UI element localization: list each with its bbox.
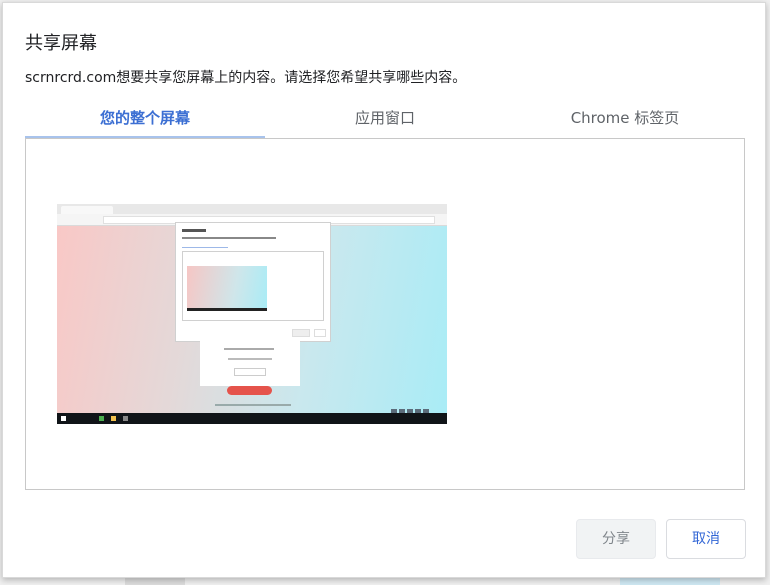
source-panel (25, 138, 745, 490)
thumbnail-footer-text (215, 404, 291, 406)
share-screen-dialog: 共享屏幕 scrnrcrd.com想要共享您屏幕上的内容。请选择您希望共享哪些内… (2, 2, 766, 578)
backdrop-page-right (620, 578, 720, 585)
cancel-button[interactable]: 取消 (666, 519, 746, 559)
share-button[interactable]: 分享 (576, 519, 656, 559)
screen-thumbnail[interactable] (57, 204, 447, 424)
thumbnail-taskbar (57, 413, 447, 424)
tab-entire-screen[interactable]: 您的整个屏幕 (25, 103, 265, 139)
dialog-description: scrnrcrd.com想要共享您屏幕上的内容。请选择您希望共享哪些内容。 (25, 70, 467, 86)
thumbnail-page-card (200, 340, 300, 386)
thumbnail-record-button (227, 386, 272, 395)
taskbar-app-icon (99, 416, 104, 421)
taskbar-app-icon (123, 416, 128, 421)
thumbnail-tray-icons (391, 400, 441, 415)
tab-application-window[interactable]: 应用窗口 (265, 103, 505, 139)
thumbnail-share-dialog (175, 222, 331, 342)
taskbar-folder-icon (111, 416, 116, 421)
source-tabs: 您的整个屏幕 应用窗口 Chrome 标签页 (25, 103, 745, 139)
dialog-title: 共享屏幕 (25, 33, 97, 54)
tab-chrome-tab[interactable]: Chrome 标签页 (505, 103, 745, 139)
windows-start-icon (61, 416, 66, 421)
backdrop-page-left (125, 578, 185, 585)
